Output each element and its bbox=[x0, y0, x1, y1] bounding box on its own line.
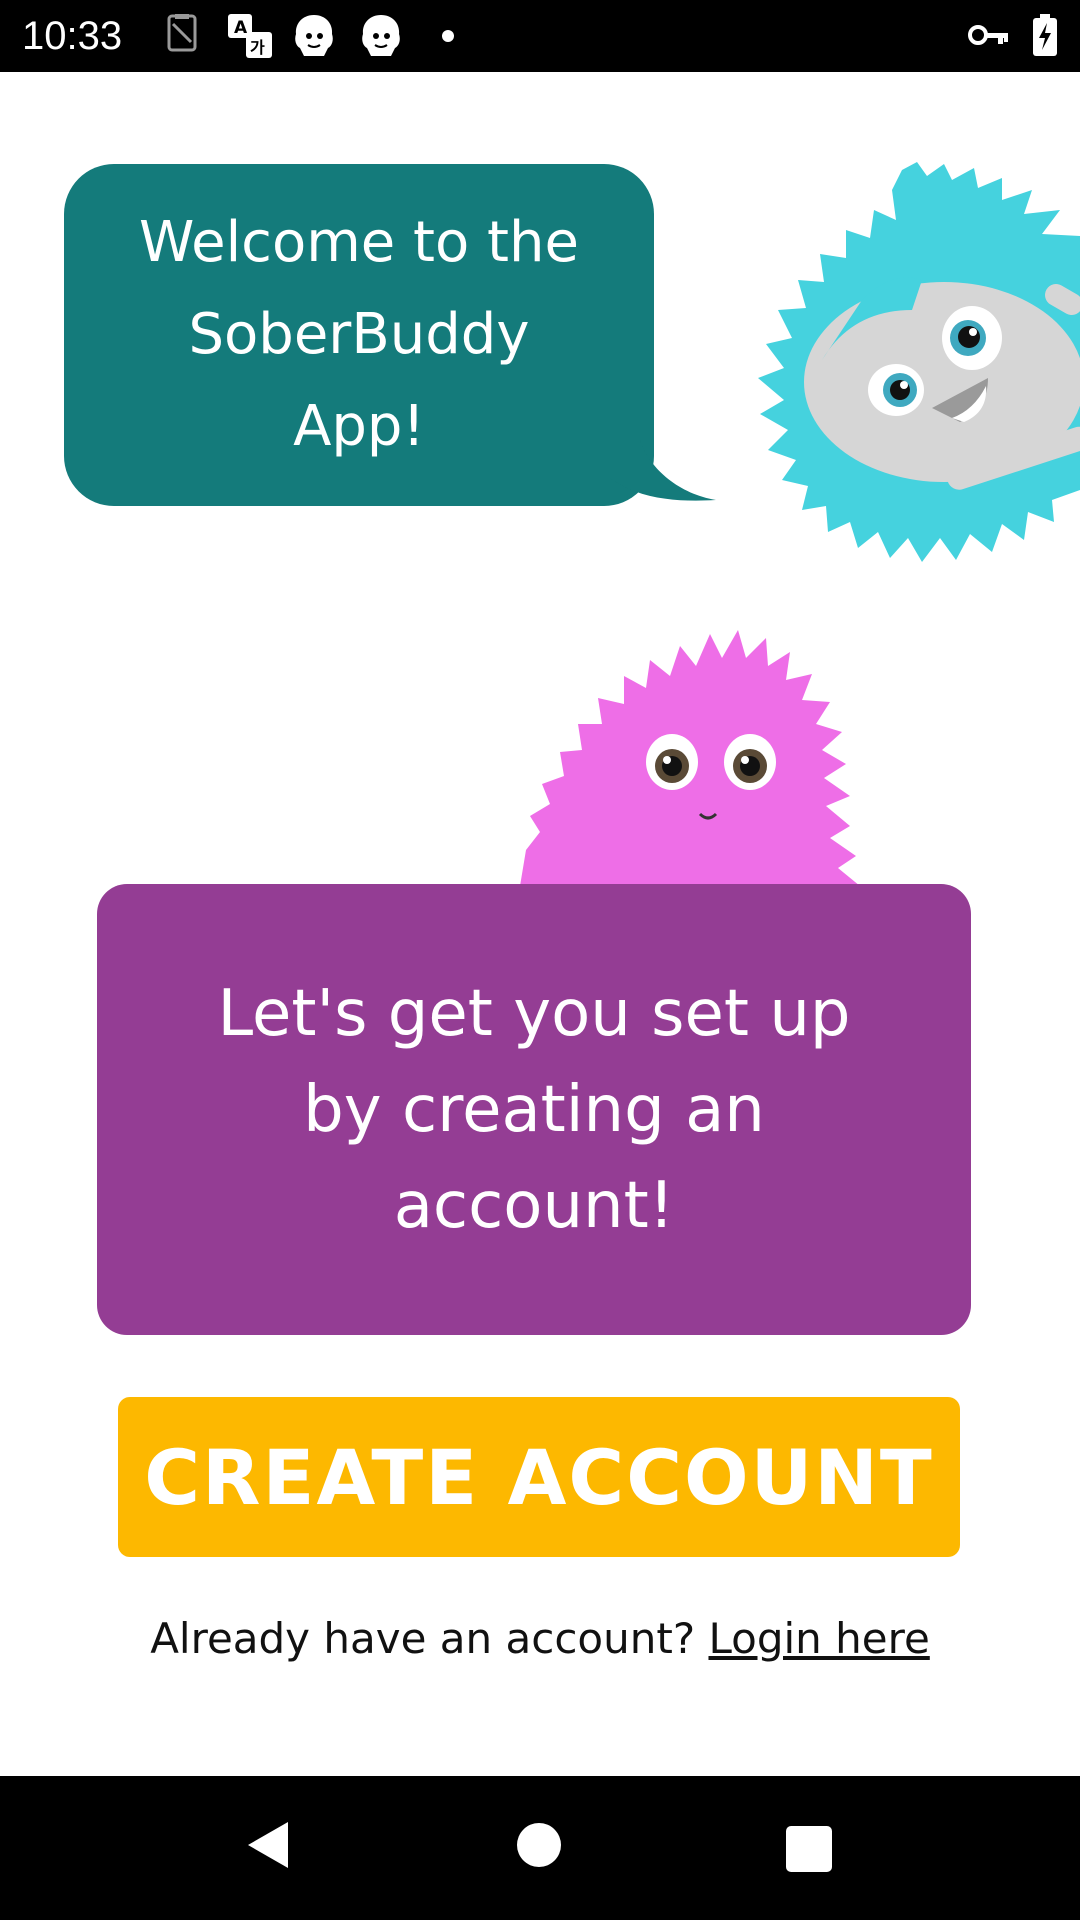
status-bar: 10:33 A 가 bbox=[0, 0, 1080, 72]
back-icon[interactable] bbox=[244, 1820, 290, 1870]
blue-monster-mascot bbox=[758, 162, 1080, 562]
login-link[interactable]: Login here bbox=[708, 1614, 929, 1663]
welcome-line-2: SoberBuddy bbox=[188, 302, 530, 367]
svg-text:A: A bbox=[234, 18, 248, 38]
speech-bubble-tail bbox=[610, 440, 716, 501]
screen: 10:33 A 가 Welcome to the SoberBuddy App!… bbox=[0, 0, 1080, 1920]
setup-info-card: Let's get you set up by creating an acco… bbox=[97, 884, 971, 1335]
welcome-line-1: Welcome to the bbox=[139, 210, 579, 275]
sim-card-icon bbox=[167, 14, 197, 52]
recents-icon[interactable] bbox=[786, 1826, 832, 1872]
create-account-button[interactable]: CREATE ACCOUNT bbox=[118, 1397, 960, 1557]
pink-monster-mascot bbox=[520, 630, 860, 886]
status-time: 10:33 bbox=[22, 14, 123, 58]
setup-message: Let's get you set up by creating an acco… bbox=[154, 966, 914, 1254]
welcome-speech-bubble: Welcome to the SoberBuddy App! bbox=[64, 164, 654, 506]
battery-charging-icon bbox=[1033, 14, 1057, 56]
setup-line-2: by creating an bbox=[303, 1072, 765, 1147]
app-avatar-icon bbox=[295, 15, 333, 56]
welcome-line-3: App! bbox=[293, 394, 425, 459]
translate-icon: A 가 bbox=[228, 14, 272, 58]
setup-line-3: account! bbox=[393, 1168, 675, 1243]
setup-line-1: Let's get you set up bbox=[217, 976, 851, 1051]
svg-text:가: 가 bbox=[250, 38, 265, 57]
app-avatar-icon bbox=[362, 15, 400, 56]
welcome-message: Welcome to the SoberBuddy App! bbox=[99, 197, 619, 473]
login-prompt-row: Already have an account? Login here bbox=[0, 1614, 1080, 1663]
notification-dot-icon bbox=[442, 30, 454, 42]
vpn-key-icon bbox=[968, 25, 1008, 45]
home-icon[interactable] bbox=[517, 1823, 561, 1867]
login-prompt-text: Already have an account? bbox=[150, 1614, 696, 1663]
